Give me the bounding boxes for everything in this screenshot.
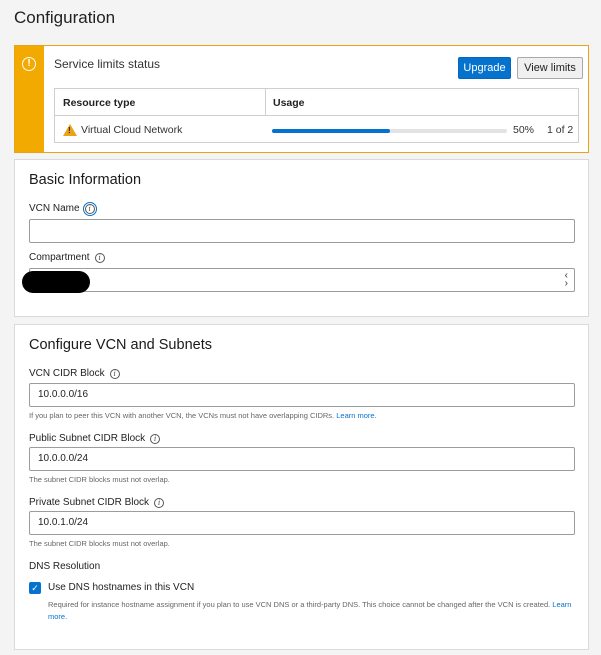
limits-table: Resource type Usage ! Virtual Cloud Netw… [54,88,579,143]
column-header-usage[interactable]: Usage [273,97,305,109]
info-icon[interactable]: i [94,253,105,263]
limits-title: Service limits status [54,57,161,71]
vcn-cidr-input[interactable]: 10.0.0.0/16 [29,383,575,407]
table-row: ! Virtual Cloud Network 50% 1 of 2 [55,117,578,143]
column-header-resource-type[interactable]: Resource type [63,97,135,109]
usage-bar-fill [272,129,390,133]
compartment-select[interactable]: ‹ › [22,268,575,293]
table-header: Resource type Usage [55,89,578,116]
usage-percent: 50% [513,124,535,136]
page-title: Configuration [14,8,116,27]
dns-help-text: Required for instance hostname assignmen… [48,600,551,609]
resource-name: Virtual Cloud Network [81,124,183,136]
up-down-chevron-icon: ‹ › [564,270,568,289]
public-subnet-label: Public Subnet CIDR Block i [29,433,161,444]
section-title-subnets: Configure VCN and Subnets [29,337,212,353]
section-title-basic: Basic Information [29,172,142,188]
dns-hostnames-label[interactable]: Use DNS hostnames in this VCN [48,582,194,593]
info-icon[interactable]: i [109,369,120,379]
compartment-label-text: Compartment [29,252,90,263]
basic-information-section: Basic Information VCN Name i Compartment i… [14,159,589,317]
dns-resolution-heading: DNS Resolution [29,561,101,572]
info-icon[interactable]: i [82,202,97,216]
learn-more-link[interactable]: Learn more. [336,411,376,420]
warning-strip: ! [15,46,44,152]
alert-circle-icon: ! [22,57,36,71]
private-subnet-label: Private Subnet CIDR Block i [29,497,165,508]
dns-help: Required for instance hostname assignmen… [48,599,583,623]
vcn-cidr-label: VCN CIDR Block i [29,368,120,379]
private-subnet-help: The subnet CIDR blocks must not overlap. [29,539,170,548]
vcn-name-label: VCN Name i [29,202,97,216]
info-icon[interactable]: i [154,498,165,508]
usage-bar [272,129,507,133]
vcn-name-label-text: VCN Name [29,203,80,214]
private-subnet-input[interactable]: 10.0.1.0/24 [29,511,575,535]
public-subnet-input[interactable]: 10.0.0.0/24 [29,447,575,471]
dns-learn-more-text-1: Learn [552,600,572,609]
warning-triangle-mark: ! [68,126,71,135]
view-limits-button[interactable]: View limits [517,57,583,79]
redacted-compartment-value [22,271,90,293]
check-icon: ✓ [31,583,39,593]
usage-count: 1 of 2 [547,124,574,136]
compartment-label: Compartment i [29,252,105,263]
configure-vcn-section: Configure VCN and Subnets VCN CIDR Block… [14,324,589,650]
dns-learn-more-text-2: more. [48,612,68,621]
vcn-cidr-help: If you plan to peer this VCN with anothe… [29,411,377,420]
vcn-cidr-label-text: VCN CIDR Block [29,368,105,379]
column-divider [265,89,266,115]
vcn-cidr-help-text: If you plan to peer this VCN with anothe… [29,411,335,420]
public-subnet-label-text: Public Subnet CIDR Block [29,433,146,444]
private-subnet-label-text: Private Subnet CIDR Block [29,497,150,508]
dns-hostnames-checkbox[interactable]: ✓ [29,582,41,594]
info-icon[interactable]: i [150,434,161,444]
public-subnet-help: The subnet CIDR blocks must not overlap. [29,475,170,484]
vcn-name-input[interactable] [29,219,575,243]
service-limits-banner: ! Service limits status Upgrade View lim… [14,45,589,153]
upgrade-button[interactable]: Upgrade [458,57,511,79]
